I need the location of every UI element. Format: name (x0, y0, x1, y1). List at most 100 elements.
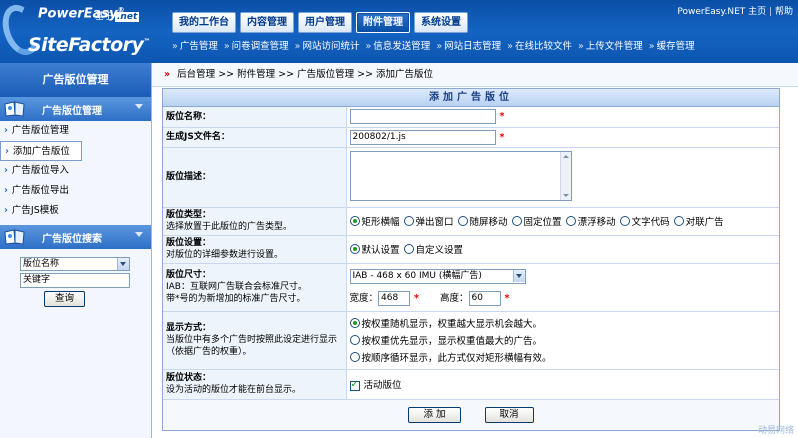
type-option-float[interactable]: 漂浮移动 (565, 214, 616, 228)
dropdown-arrow-icon[interactable] (512, 269, 525, 282)
logo: PowerEasy® 基于 .net SiteFactory™ (0, 0, 165, 63)
help-link[interactable]: 帮助 (775, 7, 793, 17)
tab-system-settings[interactable]: 系统设置 (414, 12, 468, 33)
radio-button[interactable] (565, 216, 576, 226)
type-option-banner[interactable]: 矩形横幅 (349, 214, 400, 228)
slot-size-select[interactable]: IAB - 468 x 60 IMU (横幅广告) (349, 268, 526, 284)
sidebar-title: 广告版位管理 (0, 63, 151, 97)
chevron-down-icon[interactable] (135, 104, 143, 109)
search-button[interactable]: 查询 (44, 291, 86, 307)
sidebar-section-label: 广告版位搜索 (42, 233, 102, 245)
cancel-button[interactable]: 取消 (484, 406, 534, 423)
subnav-survey[interactable]: 问卷调查管理 (224, 38, 289, 52)
radio-button[interactable] (619, 216, 630, 226)
radio-button[interactable] (349, 335, 360, 345)
required-mark: * (499, 131, 505, 143)
field-label: 版位描述： (163, 147, 347, 208)
slot-name-input[interactable] (349, 109, 496, 125)
sidebar-section-search[interactable]: 广告版位搜索 (0, 225, 151, 249)
radio-button[interactable] (349, 352, 360, 362)
display-option-sequential[interactable]: 按顺序循环显示，此方式仅对矩形横幅有效。 (349, 349, 773, 366)
search-book-icon (2, 227, 28, 247)
sidebar-search-form: 版位名称 关键字 查询 (0, 249, 151, 307)
tab-attachments[interactable]: 附件管理 (356, 12, 410, 33)
add-button[interactable]: 添 加 (408, 406, 461, 423)
height-input[interactable]: 60 (468, 290, 501, 306)
top-links: PowerEasy.NET 主页 | 帮助 (677, 4, 793, 17)
breadcrumb-marker-icon: » (164, 69, 171, 80)
slot-description-textarea[interactable] (349, 150, 572, 201)
setting-option-default[interactable]: 默认设置 (349, 242, 400, 256)
main-nav: 我的工作台 内容管理 用户管理 附件管理 系统设置 (172, 12, 472, 34)
chevron-down-icon[interactable] (135, 232, 143, 237)
field-label: 生成JS文件名： (163, 127, 347, 148)
breadcrumb: » 后台管理 >> 附件管理 >> 广告版位管理 >> 添加广告版位 (152, 63, 798, 87)
required-mark: * (504, 292, 510, 304)
logo-product: SiteFactory™ (28, 34, 150, 56)
radio-button[interactable] (349, 216, 360, 226)
dropdown-arrow-icon[interactable] (117, 258, 129, 270)
form-table: 版位名称： * 生成JS文件名： 200802/1.js * 版位描述： 版位类型… (163, 107, 779, 400)
type-option-popup[interactable]: 弹出窗口 (403, 214, 454, 228)
active-slot-label: 活动版位 (363, 380, 402, 391)
radio-button[interactable] (511, 216, 522, 226)
form-buttons: 添 加 取消 (163, 399, 779, 430)
setting-option-custom[interactable]: 自定义设置 (403, 242, 463, 256)
subnav-cache[interactable]: 缓存管理 (649, 38, 695, 52)
search-input[interactable]: 关键字 (20, 273, 130, 288)
radio-button[interactable] (673, 216, 684, 226)
subnav-file-compare[interactable]: 在线比较文件 (507, 38, 572, 52)
add-slot-form: 添加广告版位 版位名称： * 生成JS文件名： 200802/1.js * 版位描… (162, 88, 780, 431)
logo-based-on: 基于 .net (95, 12, 140, 22)
width-input[interactable]: 468 (378, 290, 411, 306)
sidebar-section-ad-slots[interactable]: 广告版位管理 (0, 97, 151, 121)
tab-workbench[interactable]: 我的工作台 (172, 12, 236, 33)
form-title: 添加广告版位 (163, 89, 779, 107)
subnav-uploads[interactable]: 上传文件管理 (578, 38, 643, 52)
required-mark: * (499, 111, 505, 123)
app-header: PowerEasy® 基于 .net SiteFactory™ 我的工作台 内容管… (0, 0, 798, 63)
sub-nav: 广告管理 问卷调查管理 网站访问统计 信息发送管理 网站日志管理 在线比较文件 … (172, 38, 701, 52)
field-label: 版位名称： (163, 107, 347, 128)
subnav-ad-management[interactable]: 广告管理 (172, 38, 218, 52)
type-option-fixed[interactable]: 固定位置 (511, 214, 562, 228)
radio-button[interactable] (349, 244, 360, 254)
tab-content[interactable]: 内容管理 (240, 12, 294, 33)
sidebar-item-export[interactable]: 广告版位导出 (0, 181, 151, 201)
type-option-couplet[interactable]: 对联广告 (673, 214, 724, 228)
field-label: 版位尺寸： IAB：互联网广告联合会标准尺寸。 带*号的为新增加的标准广告尺寸。 (163, 263, 347, 312)
type-option-text-code[interactable]: 文字代码 (619, 214, 670, 228)
sidebar-item-js-template[interactable]: 广告JS模板 (0, 201, 151, 221)
display-mode-radio-group: 按权重随机显示，权重越大显示机会越大。 按权重优先显示，显示权重值最大的广告。 … (349, 315, 777, 366)
slot-setting-radio-group: 默认设置 自定义设置 (349, 242, 777, 256)
field-label: 版位类型： 选择放置于此版位的广告类型。 (163, 207, 347, 236)
subnav-messaging[interactable]: 信息发送管理 (365, 38, 430, 52)
type-option-scroll[interactable]: 随屏移动 (457, 214, 508, 228)
sidebar-item-import[interactable]: 广告版位导入 (0, 161, 151, 181)
tab-users[interactable]: 用户管理 (298, 12, 352, 33)
radio-button[interactable] (349, 318, 360, 328)
breadcrumb-path: 后台管理 >> 附件管理 >> 广告版位管理 >> 添加广告版位 (177, 69, 434, 80)
sidebar-item-slot-management[interactable]: 广告版位管理 (0, 121, 151, 141)
active-slot-checkbox[interactable] (349, 379, 360, 391)
radio-button[interactable] (403, 244, 414, 254)
home-link[interactable]: 主页 (748, 7, 766, 17)
radio-button[interactable] (403, 216, 414, 226)
field-label: 版位状态： 设为活动的版位才能在前台显示。 (163, 369, 347, 400)
required-mark: * (414, 292, 419, 304)
subnav-statistics[interactable]: 网站访问统计 (295, 38, 359, 52)
radio-button[interactable] (457, 216, 468, 226)
scrollbar[interactable] (559, 151, 571, 200)
subnav-logs[interactable]: 网站日志管理 (436, 38, 501, 52)
height-label: 高度： (440, 292, 469, 304)
sidebar: 广告版位管理 广告版位管理 广告版位管理 添加广告版位 广告版位导入 广告版位导… (0, 63, 152, 438)
sidebar-section-label: 广告版位管理 (42, 105, 102, 117)
field-label: 版位设置： 对版位的详细参数进行设置。 (163, 235, 347, 264)
display-option-weighted-priority[interactable]: 按权重优先显示，显示权重值最大的广告。 (349, 332, 773, 349)
search-field-select[interactable]: 版位名称 (20, 257, 130, 271)
size-dimensions: 宽度： 468 * 高度： 60 * (350, 290, 777, 306)
sidebar-item-add-slot[interactable]: 添加广告版位 (0, 141, 82, 161)
display-option-weighted-random[interactable]: 按权重随机显示，权重越大显示机会越大。 (349, 315, 773, 332)
js-filename-input[interactable]: 200802/1.js (349, 129, 496, 145)
slot-type-radio-group: 矩形横幅 弹出窗口 随屏移动 固定位置 漂浮移动 文字代码 对联广告 (349, 214, 777, 228)
